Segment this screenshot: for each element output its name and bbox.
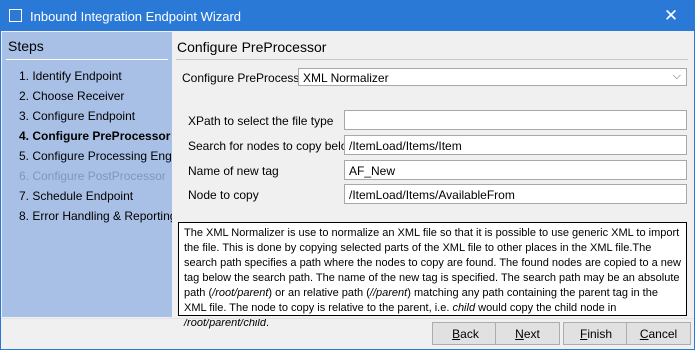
title-bar: Inbound Integration Endpoint Wizard ✕ [1, 1, 694, 31]
app-icon [9, 9, 22, 22]
xpath-input[interactable] [344, 110, 687, 130]
description-text: ) or an relative path ( [268, 287, 370, 299]
preprocessor-select[interactable]: XML Normalizer ⌵ [298, 68, 687, 86]
preprocessor-label: Configure PreProcessor [182, 71, 311, 85]
xpath-label: XPath to select the file type [188, 114, 334, 128]
description-emphasis: child [452, 302, 476, 314]
step-identify-endpoint: 1. Identify Endpoint [19, 69, 122, 83]
wizard-window: Inbound Integration Endpoint Wizard ✕ St… [0, 0, 695, 350]
step-choose-receiver: 2. Choose Receiver [19, 89, 125, 103]
window-title: Inbound Integration Endpoint Wizard [30, 9, 242, 24]
finish-button[interactable]: Finish [563, 322, 629, 345]
step-configure-processing-engine: 5. Configure Processing Engine [19, 149, 188, 163]
new-tag-label: Name of new tag [188, 164, 279, 178]
page-title-divider [176, 59, 688, 60]
node-to-copy-input[interactable]: /ItemLoad/Items/AvailableFrom [344, 184, 687, 204]
footer-divider [1, 318, 694, 319]
content-panel: Configure PreProcessor Configure PreProc… [172, 32, 694, 329]
description-emphasis: /root/parent [212, 287, 269, 299]
step-configure-preprocessor: 4. Configure PreProcessor [19, 129, 171, 143]
close-button[interactable]: ✕ [648, 1, 694, 31]
step-configure-postprocessor: 6. Configure PostProcessor [19, 169, 166, 183]
description-emphasis: //parent [369, 287, 408, 299]
back-button[interactable]: Back [432, 322, 499, 345]
next-button[interactable]: Next [495, 322, 560, 345]
cancel-button[interactable]: Cancel [626, 322, 691, 345]
step-error-handling: 8. Error Handling & Reporting [19, 209, 177, 223]
step-schedule-endpoint: 7. Schedule Endpoint [19, 189, 134, 203]
description-box: The XML Normalizer is use to normalize a… [178, 222, 687, 329]
preprocessor-select-value: XML Normalizer [303, 71, 389, 85]
search-path-input[interactable]: /ItemLoad/Items/Item [344, 135, 687, 155]
steps-divider [6, 59, 168, 60]
steps-title: Steps [8, 38, 44, 54]
step-configure-endpoint: 3. Configure Endpoint [19, 109, 136, 123]
close-icon: ✕ [663, 6, 679, 25]
node-to-copy-label: Node to copy [188, 188, 259, 202]
chevron-down-icon: ⌵ [672, 70, 681, 82]
new-tag-input[interactable]: AF_New [344, 160, 687, 180]
description-text: would copy the child node in [475, 302, 617, 314]
page-title: Configure PreProcessor [177, 39, 327, 55]
search-path-label: Search for nodes to copy below [188, 139, 357, 153]
steps-panel: Steps 1. Identify Endpoint 2. Choose Rec… [2, 32, 188, 317]
